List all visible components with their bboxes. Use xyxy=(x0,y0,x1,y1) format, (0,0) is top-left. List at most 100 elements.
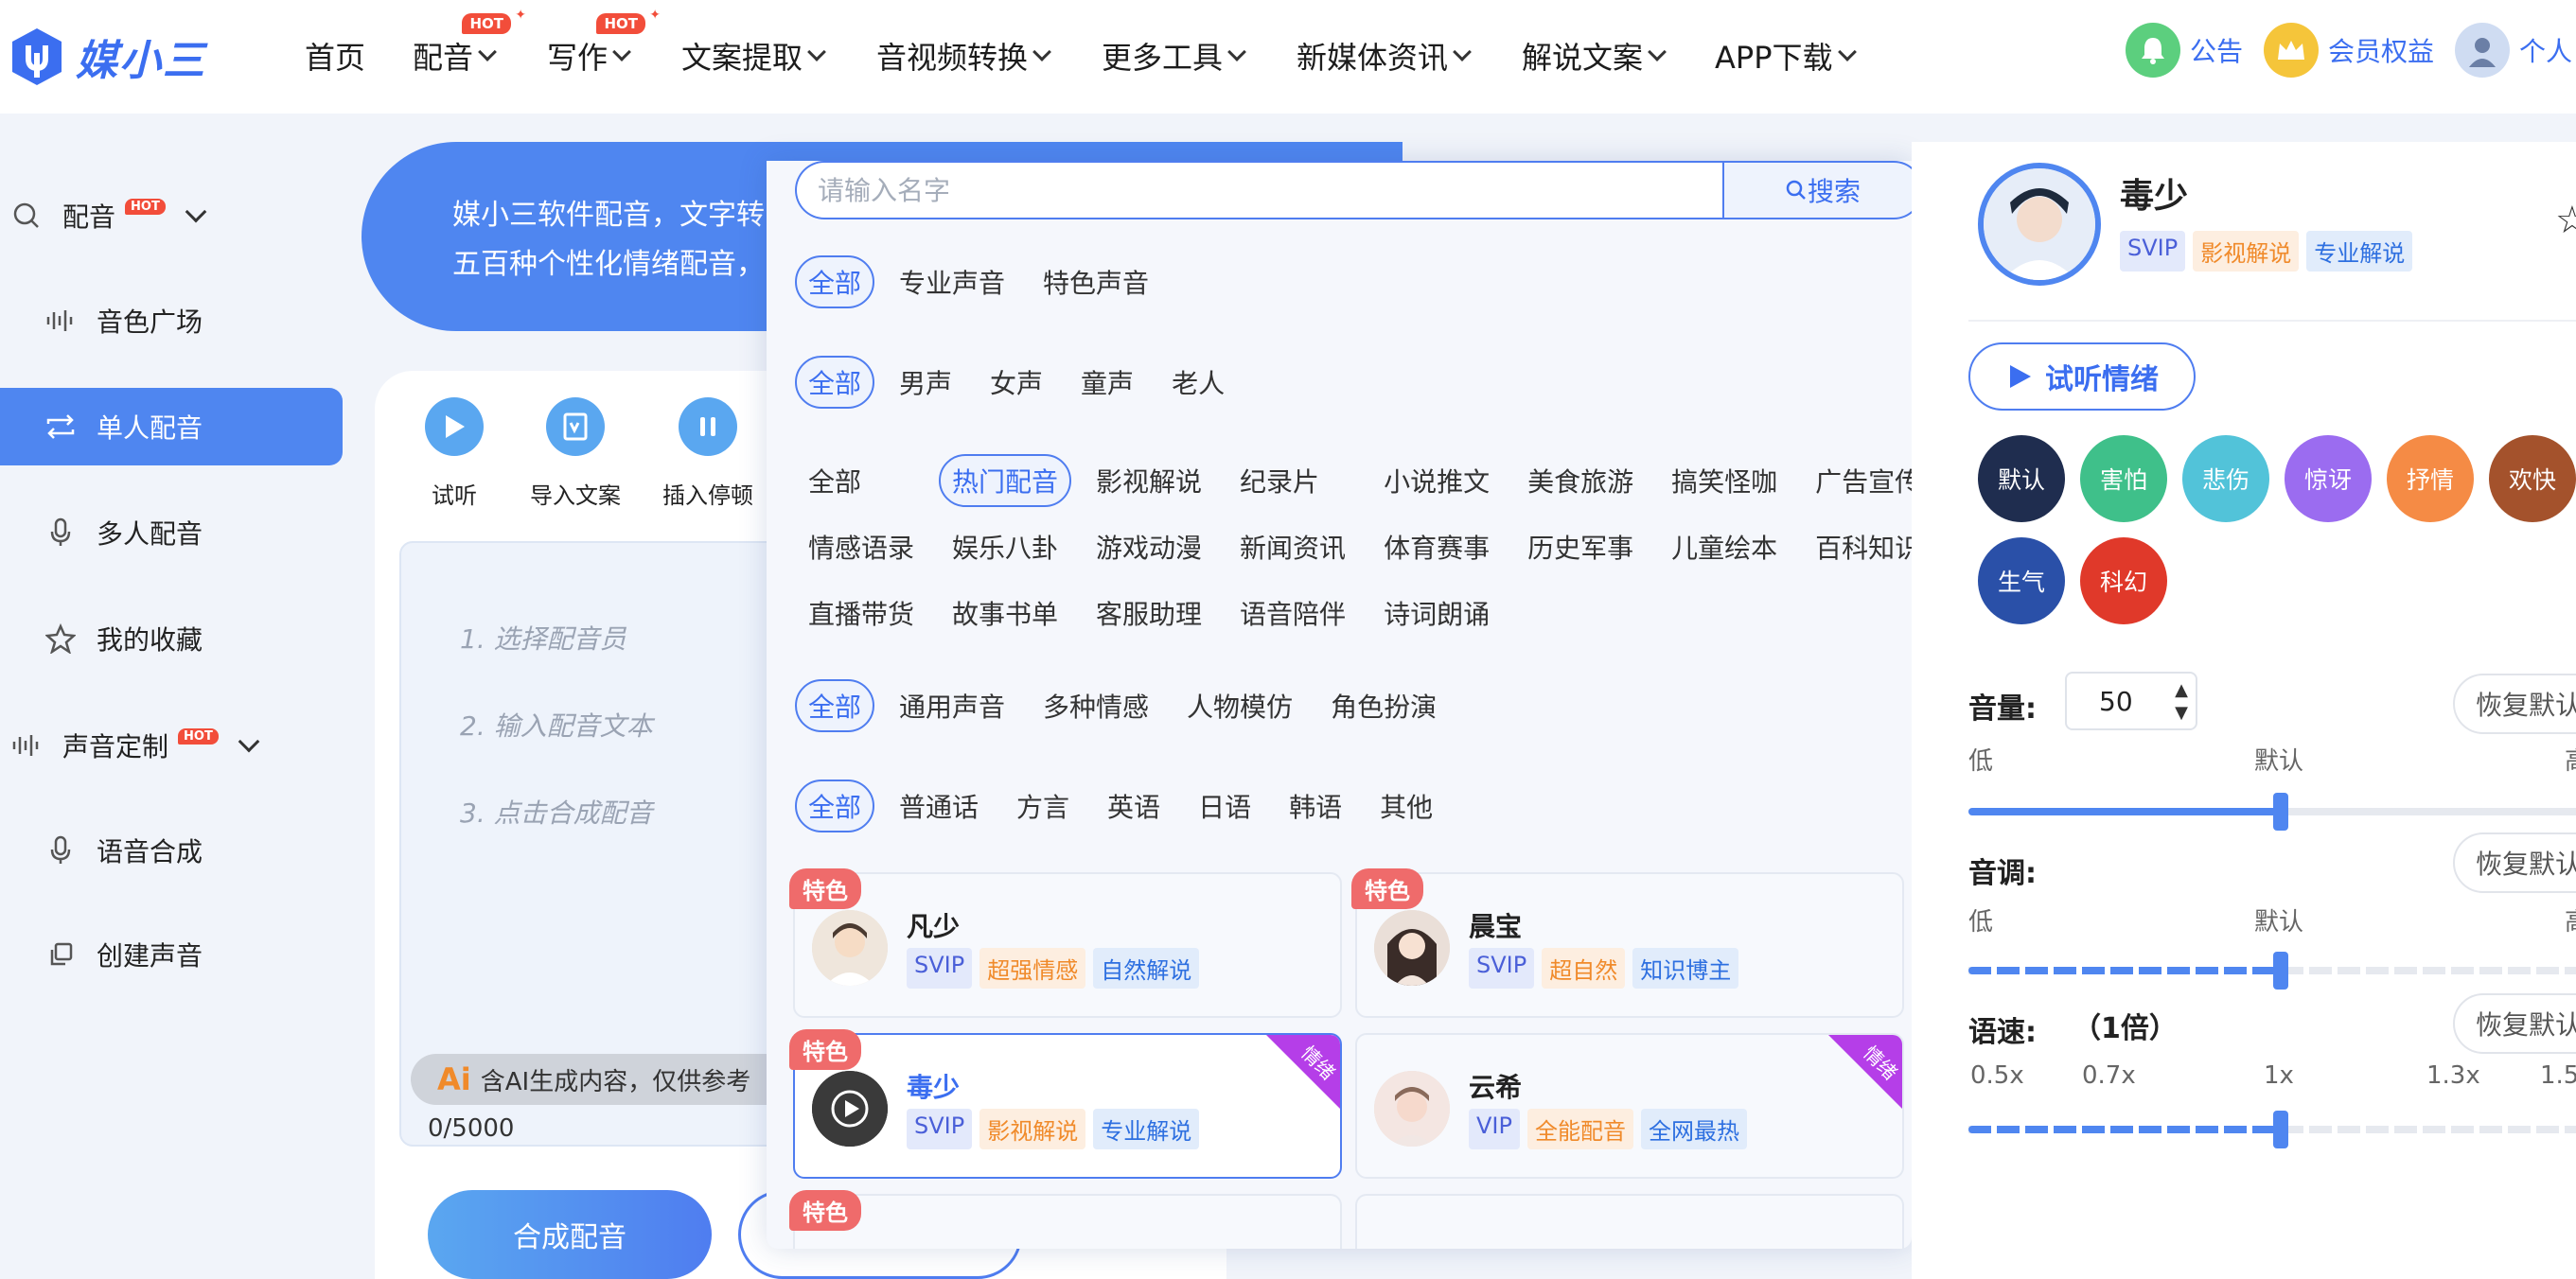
category-chip[interactable]: 小说推文 xyxy=(1370,454,1503,507)
volume-slider[interactable] xyxy=(1968,793,2576,831)
filter-chip[interactable]: 其他 xyxy=(1367,780,1446,832)
search-button[interactable]: 搜索 xyxy=(1722,161,1923,219)
voice-card-selected[interactable]: 特色 情绪 毒少 SVIP 影视解说 专业解说 xyxy=(789,1029,1342,1179)
category-chip[interactable]: 儿童绘本 xyxy=(1658,520,1791,573)
reset-volume-button[interactable]: 恢复默认 xyxy=(2453,674,2576,734)
filter-chip[interactable]: 韩语 xyxy=(1276,780,1355,832)
nav-text-extract[interactable]: 文案提取 xyxy=(681,34,826,78)
preview-emotion-button[interactable]: 试听情绪 xyxy=(1968,342,2196,411)
filter-chip[interactable]: 全部 xyxy=(795,780,875,832)
emotion-chip[interactable]: 惊讶 xyxy=(2285,435,2372,522)
nav-av-convert[interactable]: 音视频转换 xyxy=(876,34,1051,78)
reset-pitch-button[interactable]: 恢复默认 xyxy=(2453,832,2576,893)
pitch-slider[interactable] xyxy=(1968,952,2576,990)
voice-card[interactable]: 特色 xyxy=(789,1190,1342,1249)
emotion-chip[interactable]: 欢快 xyxy=(2489,435,2576,522)
category-chip[interactable]: 直播带货 xyxy=(795,587,927,640)
category-chip[interactable]: 美食旅游 xyxy=(1514,454,1647,507)
sidebar-group-voice-custom[interactable]: 声音定制 HOT xyxy=(9,727,260,764)
filter-chip[interactable]: 多种情感 xyxy=(1030,679,1162,732)
filter-chip[interactable]: 男声 xyxy=(886,356,965,409)
category-chip[interactable]: 搞笑怪咖 xyxy=(1658,454,1791,507)
filter-chip[interactable]: 专业声音 xyxy=(886,255,1018,308)
sidebar-group-dubbing[interactable]: 配音 HOT xyxy=(9,197,207,235)
category-chip[interactable]: 体育赛事 xyxy=(1370,520,1503,573)
filter-chip[interactable]: 全部 xyxy=(795,255,875,308)
insert-pause-button[interactable]: 插入停顿 xyxy=(651,397,765,510)
category-chip[interactable]: 语音陪伴 xyxy=(1226,587,1359,640)
filter-chip[interactable]: 特色声音 xyxy=(1030,255,1162,308)
sidebar-item-single-dubbing[interactable]: 单人配音 xyxy=(0,388,343,465)
volume-stepper[interactable]: 50 ▲ ▼ xyxy=(2065,672,2197,730)
emotion-chip[interactable]: 悲伤 xyxy=(2182,435,2269,522)
nav-app-download[interactable]: APP下载 xyxy=(1715,34,1857,78)
filter-chip[interactable]: 角色扮演 xyxy=(1317,679,1450,732)
preview-tool-button[interactable]: 试听 xyxy=(397,397,511,510)
chevron-down-icon xyxy=(185,201,207,223)
voice-card[interactable]: 特色 晨宝 SVIP 超自然 知识博主 xyxy=(1351,868,1904,1018)
nav-home[interactable]: 首页 xyxy=(305,34,365,78)
category-chip[interactable]: 故事书单 xyxy=(939,587,1071,640)
emotion-chip[interactable]: 害怕 xyxy=(2080,435,2167,522)
nav-writing[interactable]: 写作 HOT xyxy=(547,8,660,78)
filter-chip[interactable]: 全部 xyxy=(795,356,875,409)
category-chip[interactable]: 娱乐八卦 xyxy=(939,520,1071,573)
filter-chip[interactable]: 方言 xyxy=(1003,780,1083,832)
hot-badge: HOT xyxy=(596,8,660,34)
sidebar-item-create-voice[interactable]: 创建声音 xyxy=(0,916,343,993)
category-chip[interactable]: 诗词朗诵 xyxy=(1370,587,1503,640)
category-chip[interactable]: 游戏动漫 xyxy=(1083,520,1215,573)
filter-chip[interactable]: 人物模仿 xyxy=(1173,679,1306,732)
import-text-button[interactable]: 导入文案 xyxy=(519,397,632,510)
category-chip[interactable]: 热门配音 xyxy=(939,454,1072,507)
sidebar-item-multi-dubbing[interactable]: 多人配音 xyxy=(0,494,343,571)
speed-slider[interactable] xyxy=(1968,1111,2576,1148)
emotion-chip[interactable]: 科幻 xyxy=(2080,537,2167,624)
slider-handle[interactable] xyxy=(2273,793,2288,831)
filter-chip[interactable]: 通用声音 xyxy=(886,679,1018,732)
category-chip[interactable]: 影视解说 xyxy=(1083,454,1215,507)
tool-label: 插入停顿 xyxy=(662,482,753,509)
category-chip[interactable]: 全部 xyxy=(795,454,927,507)
slider-handle[interactable] xyxy=(2273,1111,2288,1148)
stepper-arrows-icon[interactable]: ▲ ▼ xyxy=(2175,679,2188,725)
synthesize-button[interactable]: 合成配音 xyxy=(428,1190,712,1279)
emotion-chip[interactable]: 抒情 xyxy=(2387,435,2474,522)
sidebar-item-voice-square[interactable]: 音色广场 xyxy=(0,282,343,359)
voice-card[interactable]: 情绪 云希 VIP 全能配音 全网最热 xyxy=(1355,1033,1904,1179)
emotion-chip[interactable]: 生气 xyxy=(1978,537,2065,624)
filter-chip[interactable]: 日语 xyxy=(1185,780,1264,832)
voice-name: 晨宝 xyxy=(1469,911,1523,942)
membership-link[interactable]: 会员权益 xyxy=(2264,23,2434,78)
filter-chip[interactable]: 女声 xyxy=(977,356,1056,409)
play-icon[interactable] xyxy=(812,1071,888,1147)
pause-icon xyxy=(679,397,737,456)
profile-link[interactable]: 个人 xyxy=(2455,23,2572,78)
slider-handle[interactable] xyxy=(2273,952,2288,990)
category-chip[interactable]: 新闻资讯 xyxy=(1226,520,1359,573)
reset-speed-button[interactable]: 恢复默认 xyxy=(2453,993,2576,1054)
nav-more-tools[interactable]: 更多工具 xyxy=(1102,34,1246,78)
category-chip[interactable]: 纪录片 xyxy=(1226,454,1359,507)
category-chip[interactable]: 历史军事 xyxy=(1514,520,1647,573)
logo[interactable]: 媒小三 xyxy=(9,23,206,91)
filter-chip[interactable]: 普通话 xyxy=(886,780,992,832)
filter-chip[interactable]: 童声 xyxy=(1067,356,1147,409)
filter-chip[interactable]: 英语 xyxy=(1094,780,1173,832)
sidebar-item-favorites[interactable]: 我的收藏 xyxy=(0,600,343,677)
filter-chip[interactable]: 老人 xyxy=(1158,356,1238,409)
emotion-chip[interactable]: 默认 xyxy=(1978,435,2065,522)
voice-card[interactable]: 特色 凡少 SVIP 超强情感 自然解说 xyxy=(789,868,1342,1018)
filter-chip[interactable]: 全部 xyxy=(795,679,875,732)
nav-commentary[interactable]: 解说文案 xyxy=(1522,34,1667,78)
category-chip[interactable]: 情感语录 xyxy=(795,520,927,573)
chevron-down-icon xyxy=(238,730,260,753)
category-chip[interactable]: 客服助理 xyxy=(1083,587,1215,640)
sidebar-item-speech-synthesis[interactable]: 语音合成 xyxy=(0,812,343,889)
announcement-link[interactable]: 公告 xyxy=(2126,23,2243,78)
nav-media-news[interactable]: 新媒体资讯 xyxy=(1297,34,1472,78)
favorite-star-icon[interactable]: ☆ xyxy=(2555,199,2576,242)
voice-card[interactable] xyxy=(1355,1194,1904,1249)
nav-dubbing[interactable]: 配音 HOT xyxy=(413,8,525,78)
voice-search-input[interactable] xyxy=(795,161,1722,219)
